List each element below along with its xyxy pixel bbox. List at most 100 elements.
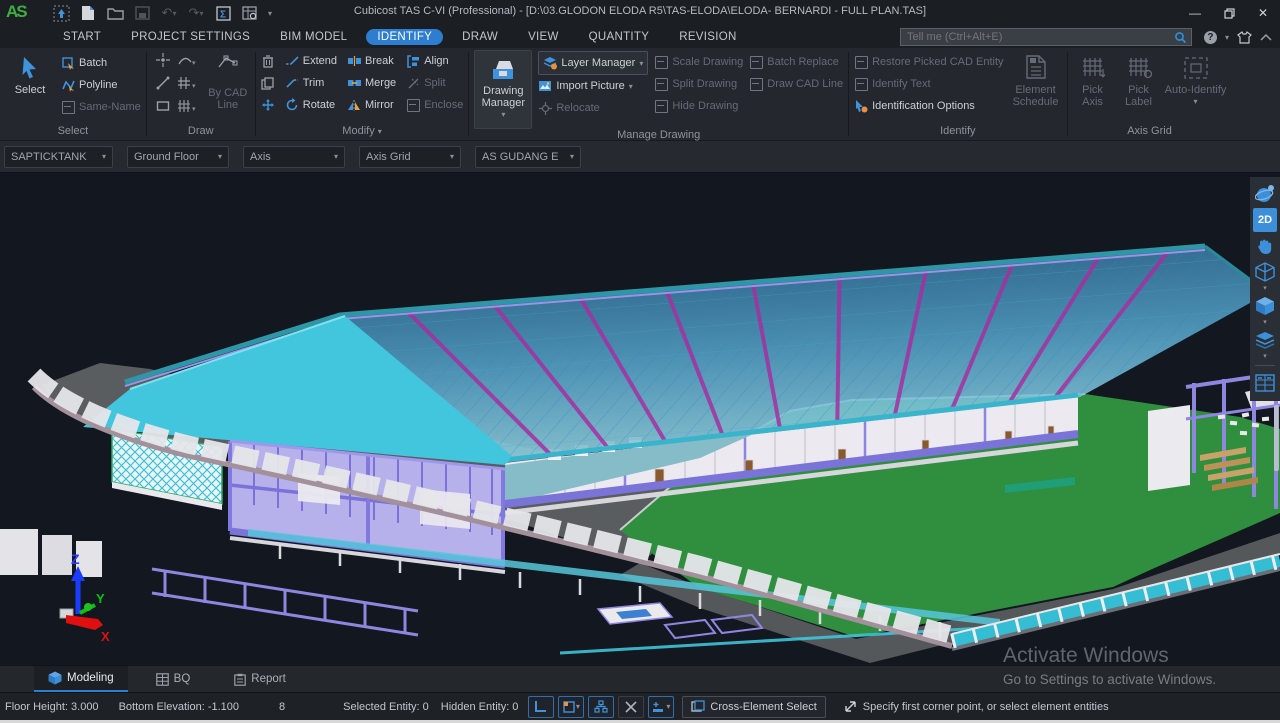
rotate-button[interactable]: Rotate bbox=[285, 94, 337, 116]
tab-project-settings[interactable]: PROJECT SETTINGS bbox=[120, 29, 261, 45]
ribbon-group-select: Select Batch Polyline Same-Name bbox=[0, 48, 146, 140]
2d-view-button[interactable]: 2D bbox=[1253, 208, 1277, 232]
region-snap-button[interactable]: ▾ bbox=[558, 696, 584, 718]
help-icon[interactable]: ? bbox=[1204, 31, 1217, 44]
pick-label-label: Pick Label bbox=[1119, 84, 1159, 108]
close-button[interactable]: ✕ bbox=[1246, 0, 1280, 26]
drawing-select[interactable]: AS GUDANG E▾ bbox=[475, 146, 581, 168]
tab-view[interactable]: VIEW bbox=[517, 29, 570, 45]
polyline-button[interactable]: Polyline bbox=[61, 74, 141, 96]
help-caret-icon[interactable]: ▾ bbox=[1225, 33, 1229, 42]
draw-grid2-icon[interactable]: ▾ bbox=[177, 99, 197, 116]
svg-text:▾: ▾ bbox=[192, 83, 196, 90]
batch-icon bbox=[61, 56, 75, 70]
wireframe-view-icon[interactable] bbox=[1253, 260, 1277, 284]
calculate-icon[interactable]: Σ bbox=[214, 5, 232, 22]
minimize-button[interactable]: — bbox=[1178, 0, 1212, 26]
viewport-scrollbar[interactable] bbox=[1274, 405, 1279, 471]
scale-drawing-label: Scale Drawing bbox=[672, 56, 743, 68]
open-folder-icon[interactable] bbox=[106, 5, 124, 22]
tab-draw[interactable]: DRAW bbox=[451, 29, 509, 45]
import-picture-button[interactable]: Import Picture▾ bbox=[538, 75, 648, 97]
pan-hand-icon[interactable] bbox=[1253, 234, 1277, 258]
layers-dropdown-icon[interactable]: ▾ bbox=[1263, 354, 1267, 360]
modify-group-label[interactable]: Modify ▾ bbox=[261, 125, 464, 140]
scale-drawing-icon bbox=[654, 55, 668, 69]
split-icon bbox=[406, 76, 420, 90]
ribbon-group-manage-drawing: Drawing Manager ▾ Layer Manager▾ Import … bbox=[469, 48, 848, 140]
hierarchy-button[interactable] bbox=[588, 696, 614, 718]
batch-button[interactable]: Batch bbox=[61, 52, 141, 74]
app-logo: AS bbox=[6, 2, 32, 24]
layer-manager-button[interactable]: Layer Manager▾ bbox=[538, 51, 648, 75]
tab-report[interactable]: Report bbox=[220, 666, 300, 692]
tab-start[interactable]: START bbox=[52, 29, 112, 45]
by-cad-line-button: By CAD Line bbox=[206, 73, 250, 111]
dynamic-view-icon[interactable] bbox=[1253, 182, 1277, 206]
wireframe-dropdown-icon[interactable]: ▾ bbox=[1263, 286, 1267, 292]
break-button[interactable]: Break bbox=[347, 50, 396, 72]
identify-group-label: Identify bbox=[854, 125, 1061, 140]
tab-revision[interactable]: REVISION bbox=[668, 29, 747, 45]
restore-button[interactable] bbox=[1212, 0, 1246, 26]
qat-more-icon[interactable]: ▾ bbox=[268, 9, 272, 18]
trim-button[interactable]: Trim bbox=[285, 72, 337, 94]
merge-button[interactable]: Merge bbox=[347, 72, 396, 94]
solid-view-icon[interactable] bbox=[1253, 294, 1277, 318]
ucs-toggle-button[interactable] bbox=[528, 696, 554, 718]
import-picture-icon bbox=[538, 79, 552, 93]
collapse-ribbon-icon[interactable] bbox=[1260, 33, 1272, 41]
element-type-select[interactable]: Axis▾ bbox=[243, 146, 345, 168]
draw-nodeline-icon[interactable] bbox=[217, 54, 239, 73]
ucs-x-label: X bbox=[101, 629, 110, 644]
element-select[interactable]: Axis Grid▾ bbox=[359, 146, 461, 168]
tab-identify[interactable]: IDENTIFY bbox=[366, 29, 443, 45]
table-search-icon[interactable] bbox=[241, 5, 259, 22]
trim-icon bbox=[285, 76, 299, 90]
cross-element-select-button[interactable]: Cross-Element Select bbox=[682, 696, 825, 718]
enclose-icon bbox=[406, 98, 420, 112]
copy-button[interactable] bbox=[261, 72, 275, 94]
polyline-label: Polyline bbox=[79, 79, 118, 91]
search-icon[interactable] bbox=[1174, 31, 1187, 44]
export-icon[interactable] bbox=[52, 5, 70, 22]
mirror-button[interactable]: Mirror bbox=[347, 94, 396, 116]
schedule-view-icon[interactable] bbox=[1253, 371, 1277, 395]
3d-viewport[interactable]: Z Y X 2D ▾ ▾ ▾ bbox=[0, 173, 1280, 665]
tab-quantity[interactable]: QUANTITY bbox=[578, 29, 661, 45]
solid-dropdown-icon[interactable]: ▾ bbox=[1263, 320, 1267, 326]
tell-me-search[interactable] bbox=[900, 28, 1192, 46]
select-button[interactable]: Select bbox=[5, 50, 55, 96]
floor-select[interactable]: Ground Floor▾ bbox=[127, 146, 229, 168]
draw-line-icon[interactable] bbox=[156, 76, 170, 93]
add-point-button[interactable]: ▾ bbox=[648, 696, 674, 718]
drawing-manager-button[interactable]: Drawing Manager ▾ bbox=[474, 50, 532, 129]
ribbon-group-modify: Extend Trim Rotate Break Merge Mirror Al… bbox=[256, 48, 469, 140]
identify-text-button: Identify Text bbox=[854, 73, 1003, 95]
draw-rect-icon[interactable] bbox=[156, 99, 170, 116]
tab-modeling[interactable]: Modeling bbox=[34, 666, 128, 692]
search-input[interactable] bbox=[905, 30, 1174, 44]
batch-replace-button: Batch Replace bbox=[749, 51, 843, 73]
scale-drawing-button: Scale Drawing bbox=[654, 51, 743, 73]
tab-bq[interactable]: BQ bbox=[142, 666, 205, 692]
ucs-z-label: Z bbox=[71, 551, 80, 567]
app-window: AS ↶▾ ↷▾ Σ ▾ Cubicost TAS C-VI bbox=[0, 0, 1280, 720]
tab-bim-model[interactable]: BIM MODEL bbox=[269, 29, 358, 45]
identification-options-button[interactable]: Identification Options bbox=[854, 95, 1003, 117]
draw-arc-icon[interactable]: ▾ bbox=[177, 53, 197, 70]
move-button[interactable] bbox=[261, 94, 275, 116]
delete-button[interactable] bbox=[261, 50, 275, 72]
layers-view-icon[interactable] bbox=[1253, 328, 1277, 352]
draw-point-icon[interactable] bbox=[156, 53, 170, 70]
draw-grid-icon[interactable]: ▾ bbox=[177, 76, 197, 93]
theme-shirt-icon[interactable] bbox=[1237, 31, 1252, 44]
axis-grid-group-label: Axis Grid bbox=[1073, 125, 1227, 140]
cancel-snap-button[interactable] bbox=[618, 696, 644, 718]
new-file-icon[interactable] bbox=[79, 5, 97, 22]
align-button[interactable]: Align bbox=[406, 50, 463, 72]
file-select[interactable]: SAPTICKTANK▾ bbox=[4, 146, 113, 168]
mirror-icon bbox=[347, 98, 361, 112]
extend-button[interactable]: Extend bbox=[285, 50, 337, 72]
svg-text:Σ: Σ bbox=[220, 9, 226, 20]
